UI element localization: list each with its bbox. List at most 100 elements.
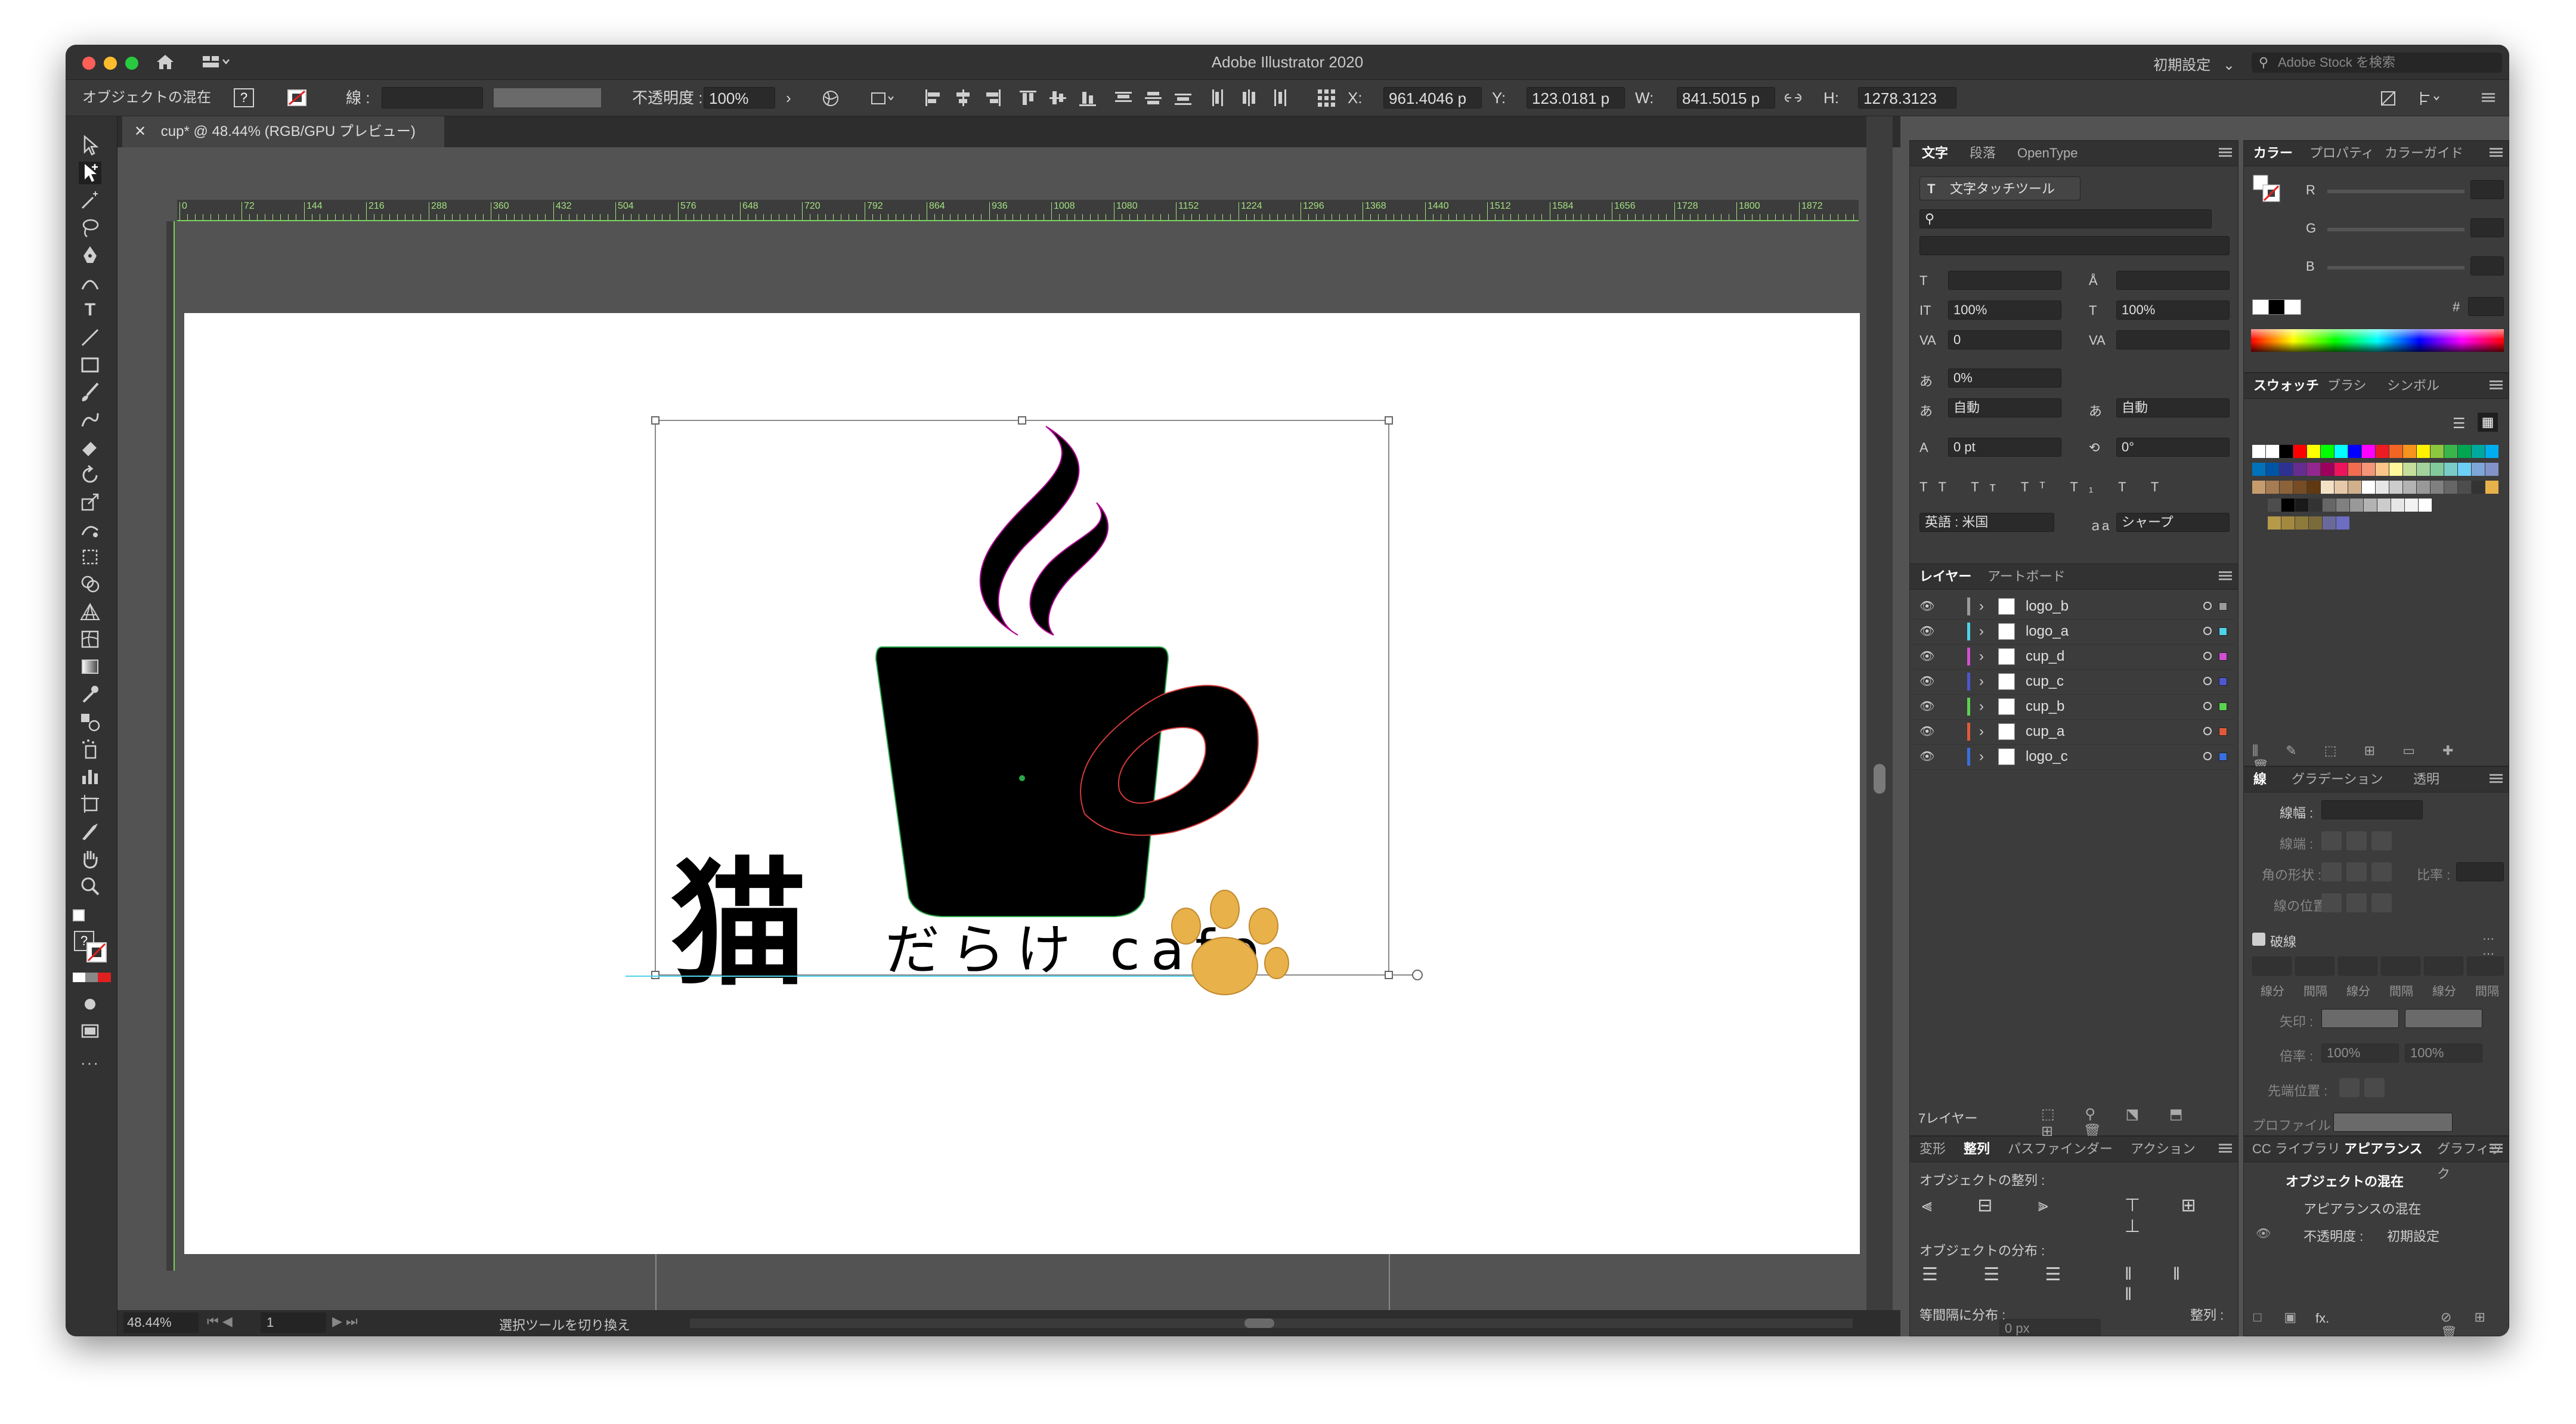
character-panel-menu-icon[interactable] — [2219, 148, 2232, 157]
color-swatch[interactable] — [2431, 481, 2444, 494]
tab-align[interactable]: 整列 — [1964, 1137, 1990, 1162]
color-swatch[interactable] — [2485, 463, 2498, 476]
layer-target-icon[interactable] — [2203, 677, 2212, 685]
opacity-field[interactable]: 100% — [704, 87, 775, 109]
layer-row[interactable]: 👁 › cup_a — [1912, 719, 2234, 745]
color-swatch[interactable] — [2417, 463, 2430, 476]
color-swatch[interactable] — [2281, 516, 2295, 530]
color-swatch[interactable] — [2362, 445, 2375, 458]
color-swatch[interactable] — [2431, 445, 2444, 458]
distribute-top-icon[interactable] — [1115, 89, 1133, 106]
tab-opentype[interactable]: OpenType — [2017, 141, 2078, 166]
horizontal-scrollbar[interactable] — [690, 1318, 1853, 1328]
color-swatch[interactable] — [2295, 516, 2308, 530]
font-style-field[interactable] — [1919, 236, 2230, 255]
tab-appearance[interactable]: アピアランス — [2344, 1137, 2423, 1162]
layer-selection-indicator[interactable] — [2219, 728, 2227, 736]
touch-type-button[interactable]: T 文字タッチツール — [1919, 177, 2080, 200]
color-swatch[interactable] — [2417, 445, 2430, 458]
brush-definition-preview[interactable] — [494, 88, 601, 107]
b-slider[interactable] — [2327, 266, 2464, 270]
color-swatch[interactable] — [2444, 463, 2457, 476]
tab-brushes[interactable]: ブラシ — [2327, 373, 2367, 398]
color-swatch[interactable] — [2266, 445, 2279, 458]
align-object-buttons-2[interactable]: ⊤ ⊞ ⊥ — [2125, 1195, 2238, 1237]
color-swatch[interactable] — [2321, 481, 2334, 494]
handle-top-center[interactable] — [1018, 416, 1026, 425]
align-bottom-icon[interactable] — [1079, 89, 1097, 106]
color-swatch[interactable] — [2377, 499, 2391, 512]
distribute-bottom-icon[interactable] — [1175, 89, 1193, 106]
rotate-handle[interactable] — [1412, 970, 1423, 980]
shape-builder-tool-icon[interactable] — [79, 573, 101, 596]
corner-round-button[interactable] — [2346, 862, 2367, 881]
layer-name[interactable]: logo_c — [2026, 744, 2068, 769]
artboard-tool-icon[interactable] — [79, 793, 101, 815]
color-swatch[interactable] — [2458, 481, 2471, 494]
spacing-field[interactable]: 0 px — [1999, 1319, 2101, 1336]
color-swatch[interactable] — [2376, 463, 2389, 476]
layer-target-icon[interactable] — [2203, 702, 2212, 710]
direct-selection-tool-icon[interactable] — [79, 162, 101, 184]
visibility-eye-icon[interactable]: 👁 — [1919, 619, 1934, 644]
layer-row[interactable]: 👁 › cup_b — [1912, 694, 2234, 720]
screen-mode-icon[interactable] — [79, 1020, 101, 1043]
color-swatch[interactable] — [2348, 445, 2361, 458]
recolor-globe-icon[interactable] — [822, 89, 840, 107]
x-position-field[interactable]: 961.4046 p — [1383, 87, 1482, 109]
width-field[interactable]: 841.5015 p — [1677, 87, 1775, 109]
layer-target-icon[interactable] — [2203, 752, 2212, 760]
layer-selection-indicator[interactable] — [2219, 677, 2227, 686]
tab-actions[interactable]: アクション — [2131, 1137, 2196, 1162]
tab-properties[interactable]: プロパティ — [2309, 141, 2374, 166]
layer-name[interactable]: logo_a — [2026, 619, 2069, 644]
document-setup-icon[interactable] — [869, 89, 896, 107]
color-swatch[interactable] — [2280, 481, 2293, 494]
type-tool-icon[interactable]: T — [79, 299, 101, 321]
grid-view-icon[interactable]: ▦ — [2478, 413, 2498, 432]
cap-round-button[interactable] — [2346, 831, 2367, 850]
chevron-right-icon[interactable]: › — [1979, 719, 1984, 744]
ratio-field[interactable] — [2456, 862, 2504, 881]
stroke-swatch[interactable] — [86, 942, 107, 963]
kerning-field[interactable]: 0 — [1948, 330, 2061, 349]
blend-tool-icon[interactable] — [79, 710, 101, 733]
hex-field[interactable] — [2468, 297, 2504, 316]
color-swatch[interactable] — [2348, 481, 2361, 494]
vertical-scale-field[interactable]: 100% — [1948, 301, 2061, 320]
color-swatch[interactable] — [2350, 499, 2363, 512]
vertical-ruler[interactable] — [166, 221, 175, 1271]
font-search-field[interactable]: ⚲ — [1919, 209, 2212, 228]
layer-target-icon[interactable] — [2203, 652, 2212, 660]
rotate-tool-icon[interactable] — [79, 463, 101, 486]
reference-point-icon[interactable] — [1318, 89, 1336, 107]
visibility-eye-icon[interactable]: 👁 — [1919, 694, 1934, 719]
color-swatch[interactable] — [2252, 463, 2265, 476]
color-swatch[interactable] — [2336, 499, 2349, 512]
color-swatch[interactable] — [2376, 445, 2389, 458]
close-tab-icon[interactable]: ✕ — [134, 123, 146, 140]
zoom-level-field[interactable]: 48.44% — [123, 1312, 199, 1333]
g-field[interactable] — [2470, 218, 2504, 237]
layer-selection-indicator[interactable] — [2219, 627, 2227, 636]
color-swatch[interactable] — [2268, 499, 2281, 512]
artboard[interactable]: 猫 だらけ cafe — [184, 313, 1860, 1254]
color-swatch[interactable] — [2458, 445, 2471, 458]
vertical-scrollbar[interactable] — [1866, 116, 1893, 1336]
color-swatch[interactable] — [2321, 445, 2334, 458]
layer-selection-indicator[interactable] — [2219, 652, 2227, 661]
tab-cc-libraries[interactable]: CC ライブラリ — [2252, 1137, 2340, 1162]
horizontal-ruler[interactable]: 0 72 144 216 288 360 432 504 576 648 720 792 864 936 1… — [177, 200, 1859, 221]
stroke-weight-field[interactable] — [382, 87, 483, 109]
layer-row[interactable]: 👁 › logo_a — [1912, 619, 2234, 645]
tsume-field[interactable]: 0% — [1948, 369, 2061, 388]
color-swatch[interactable] — [2389, 463, 2402, 476]
line-tool-icon[interactable] — [79, 326, 101, 349]
tab-transform[interactable]: 変形 — [1919, 1137, 1946, 1162]
color-swatch[interactable] — [2252, 481, 2265, 494]
mesh-tool-icon[interactable] — [79, 628, 101, 651]
column-graph-tool-icon[interactable] — [79, 765, 101, 788]
eraser-tool-icon[interactable] — [79, 436, 101, 459]
scale-tool-icon[interactable] — [79, 491, 101, 513]
default-fill-stroke-icon[interactable] — [73, 909, 85, 921]
